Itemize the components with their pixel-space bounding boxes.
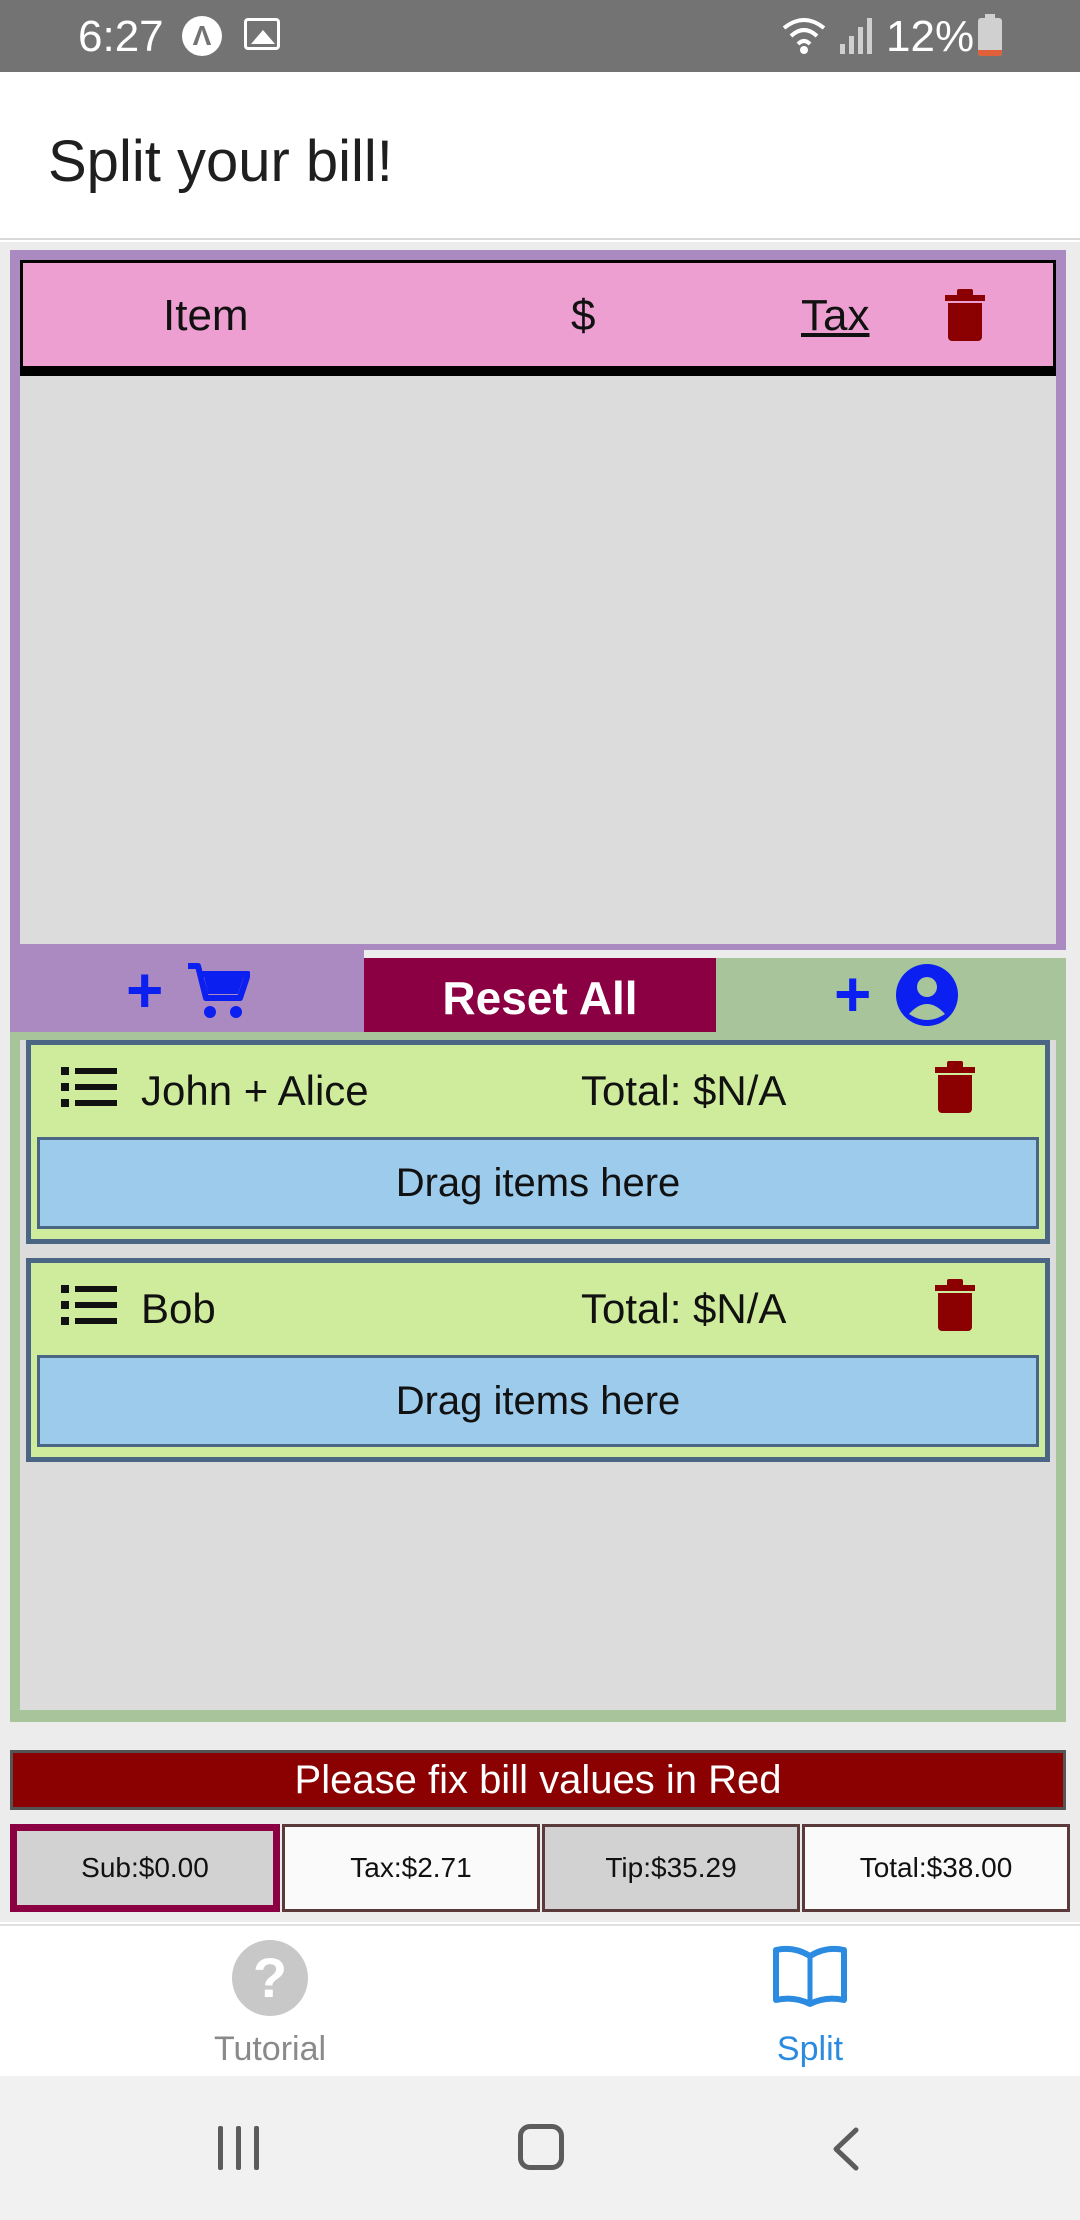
drag-handle-list-icon[interactable] xyxy=(61,1285,117,1325)
person-total: Total: $N/A xyxy=(581,1285,787,1332)
app-header: Split your bill! xyxy=(0,72,1080,240)
totals-row: Sub:$0.00 Tax:$2.71 Tip:$35.29 Total:$38… xyxy=(10,1824,1070,1912)
bottom-tab-bar: ? Tutorial Split xyxy=(0,1924,1080,2076)
recents-icon[interactable] xyxy=(218,2126,262,2170)
column-header-price: $ xyxy=(571,291,596,340)
system-navigation-bar xyxy=(0,2076,1080,2220)
status-time: 6:27 xyxy=(78,12,164,61)
subtotal-cell[interactable]: Sub:$0.00 xyxy=(10,1824,280,1912)
battery-percent: 12% xyxy=(886,12,975,61)
back-icon[interactable] xyxy=(826,2126,866,2172)
tab-tutorial[interactable]: ? Tutorial xyxy=(0,1926,540,2078)
warning-banner: Please fix bill values in Red xyxy=(10,1750,1066,1810)
tab-label: Split xyxy=(776,2030,844,2068)
tab-split[interactable]: Split xyxy=(540,1926,1080,2078)
status-bar: 6:27 Λ 12% xyxy=(0,0,1080,72)
person-name[interactable]: Bob xyxy=(141,1285,216,1333)
wifi-icon xyxy=(782,18,826,54)
grand-total-cell[interactable]: Total:$38.00 xyxy=(802,1824,1070,1912)
main-content: Item $ Tax + Reset All + John + Alice To… xyxy=(0,242,1080,1922)
people-panel: John + Alice Total: $N/A Drag items here… xyxy=(10,1032,1066,1722)
app-icon: Λ xyxy=(182,16,222,56)
item-drop-zone[interactable]: Drag items here xyxy=(37,1355,1039,1447)
signal-icon xyxy=(840,18,872,54)
items-table-header: Item $ Tax xyxy=(20,260,1056,376)
reset-all-button[interactable]: Reset All xyxy=(364,958,716,1038)
book-open-icon xyxy=(773,1945,847,2007)
plus-icon[interactable]: + xyxy=(126,958,163,1022)
items-panel: Item $ Tax xyxy=(10,250,1066,950)
add-item-cart-icon[interactable] xyxy=(186,960,250,1020)
add-person-account-icon[interactable] xyxy=(896,964,958,1026)
item-drop-zone[interactable]: Drag items here xyxy=(37,1137,1039,1229)
people-list[interactable]: John + Alice Total: $N/A Drag items here… xyxy=(20,1040,1056,1710)
delete-person-trash-icon[interactable] xyxy=(935,1061,975,1113)
tax-cell[interactable]: Tax:$2.71 xyxy=(282,1824,540,1912)
tax-toggle-link[interactable]: Tax xyxy=(801,291,869,341)
add-person-area: + xyxy=(716,958,1066,1032)
plus-icon[interactable]: + xyxy=(834,962,871,1026)
add-item-area: + xyxy=(10,950,364,1032)
tip-cell[interactable]: Tip:$35.29 xyxy=(542,1824,800,1912)
help-circle-icon: ? xyxy=(232,1940,308,2016)
person-card[interactable]: John + Alice Total: $N/A Drag items here xyxy=(26,1040,1050,1244)
battery-icon xyxy=(978,14,1002,56)
items-list[interactable]: Item $ Tax xyxy=(20,260,1056,944)
column-header-item: Item xyxy=(163,291,249,340)
tab-label: Tutorial xyxy=(213,2030,327,2068)
delete-all-items-trash-icon[interactable] xyxy=(945,289,985,341)
person-card[interactable]: Bob Total: $N/A Drag items here xyxy=(26,1258,1050,1462)
delete-person-trash-icon[interactable] xyxy=(935,1279,975,1331)
drag-handle-list-icon[interactable] xyxy=(61,1067,117,1107)
person-name[interactable]: John + Alice xyxy=(141,1067,369,1115)
home-icon[interactable] xyxy=(518,2124,564,2170)
image-icon xyxy=(244,18,280,50)
page-title: Split your bill! xyxy=(48,129,393,194)
person-total: Total: $N/A xyxy=(581,1067,787,1114)
